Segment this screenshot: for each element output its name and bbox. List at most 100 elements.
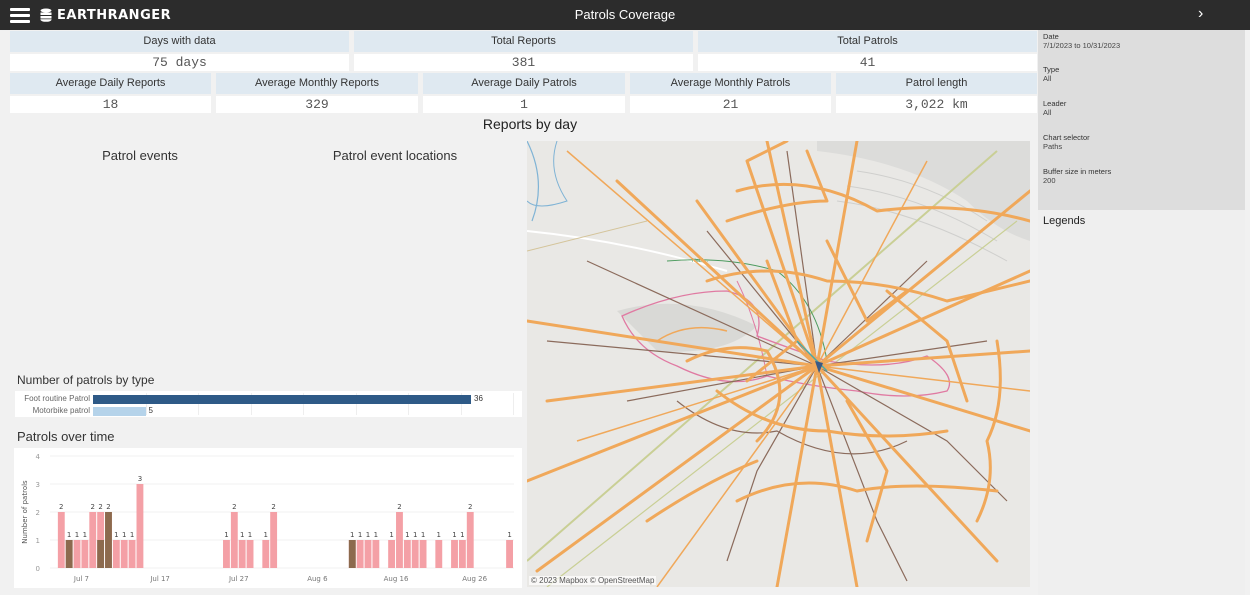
- filter-value: Paths: [1043, 142, 1063, 151]
- y-axis-title: Number of patrols: [21, 480, 29, 544]
- top-bar: EARTHRANGER Patrols Coverage ›: [0, 0, 1250, 30]
- patrol-bar-motorbike: [97, 540, 105, 568]
- kpi-average-daily-reports: Average Daily Reports 18: [10, 73, 211, 113]
- kpi-label: Days with data: [10, 31, 349, 52]
- patrols-by-type-title: Number of patrols by type: [17, 373, 155, 387]
- bar-value-label: 2: [468, 503, 472, 511]
- patrol-bar: [364, 540, 372, 568]
- bar-value-label: 1: [75, 531, 79, 539]
- filter-chart-selector[interactable]: Chart selector Paths: [1043, 133, 1090, 151]
- bar-value-label: 2: [397, 503, 401, 511]
- bar-value-label: 1: [366, 531, 370, 539]
- patrols-by-type-chart: Foot routine Patrol 36 Motorbike patrol 5: [15, 391, 522, 417]
- patrol-bar: [270, 512, 278, 568]
- patrol-bar: [128, 540, 136, 568]
- filter-value: All: [1043, 74, 1052, 83]
- kpi-value: 41: [698, 54, 1037, 71]
- filter-label: Leader: [1043, 99, 1067, 108]
- type-bar[interactable]: [93, 395, 471, 404]
- map-canvas[interactable]: Nabi...: [527, 141, 1030, 587]
- type-category-label: Motorbike patrol: [32, 406, 90, 415]
- patrol-bar: [112, 540, 120, 568]
- legends-panel: Legends: [1038, 210, 1245, 595]
- patrol-map[interactable]: Nabi... © 2023 Mapbox © OpenStreetMap: [527, 141, 1030, 587]
- patrol-bar: [435, 540, 443, 568]
- type-value-label: 5: [148, 406, 153, 415]
- y-tick-label: 4: [36, 453, 41, 461]
- patrols-over-time-svg: 01234Number of patrols 21 1 12 2 21 1 13121 1 121…: [21, 453, 514, 583]
- filter-value: 7/1/2023 to 10/31/2023: [1043, 41, 1121, 50]
- kpi-label: Average Daily Reports: [10, 73, 211, 94]
- patrol-bar: [396, 512, 403, 568]
- filter-panel: Date 7/1/2023 to 10/31/2023 Type All Lea…: [1038, 30, 1245, 210]
- bar-value-label: 1: [122, 531, 126, 539]
- kpi-value: 1: [423, 96, 625, 113]
- patrol-bar-motorbike: [105, 512, 112, 568]
- type-category-label: Foot routine Patrol: [24, 394, 90, 403]
- filter-buffer-size[interactable]: Buffer size in meters 200: [1043, 167, 1111, 185]
- bar-value-label: 2: [59, 503, 63, 511]
- patrol-bar: [262, 540, 270, 568]
- x-tick-label: Aug 26: [462, 575, 487, 583]
- kpi-value: 381: [354, 54, 693, 71]
- bar-value-label: 2: [98, 503, 102, 511]
- patrol-bar: [246, 540, 254, 568]
- kpi-label: Average Monthly Patrols: [630, 73, 831, 94]
- patrol-bar: [230, 512, 238, 568]
- filter-label: Chart selector: [1043, 133, 1090, 142]
- patrol-bar: [458, 540, 466, 568]
- bar-value-label: 2: [271, 503, 275, 511]
- bar-value-label: 1: [507, 531, 511, 539]
- bar-value-label: 1: [264, 531, 268, 539]
- patrol-bar: [81, 540, 89, 568]
- kpi-patrol-length: Patrol length 3,022 km: [836, 73, 1037, 113]
- patrol-bar: [223, 540, 230, 568]
- bar-value-label: 1: [452, 531, 456, 539]
- bar-value-label: 1: [374, 531, 378, 539]
- patrol-bar: [89, 512, 97, 568]
- patrol-bar: [403, 540, 411, 568]
- patrol-events-title: Patrol events: [102, 148, 178, 163]
- bar-value-label: 1: [389, 531, 393, 539]
- filter-leader[interactable]: Leader All: [1043, 99, 1066, 117]
- x-tick-label: Aug 16: [384, 575, 409, 583]
- patrol-bar: [238, 540, 246, 568]
- filter-value: 200: [1043, 176, 1056, 185]
- kpi-label: Average Monthly Reports: [216, 73, 418, 94]
- x-tick-label: Aug 6: [307, 575, 328, 583]
- bar-value-label: 1: [248, 531, 252, 539]
- filter-date[interactable]: Date 7/1/2023 to 10/31/2023: [1043, 32, 1120, 50]
- bar-value-label: 1: [421, 531, 425, 539]
- bar-value-label: 1: [114, 531, 118, 539]
- type-bar[interactable]: [93, 407, 146, 416]
- patrols-over-time-title: Patrols over time: [17, 429, 115, 444]
- x-tick-label: Jul 7: [73, 575, 89, 583]
- bar-value-label: 1: [358, 531, 362, 539]
- bar-value-label: 1: [350, 531, 354, 539]
- bar-value-label: 1: [413, 531, 417, 539]
- filter-label: Type: [1043, 65, 1060, 74]
- y-tick-label: 3: [36, 481, 40, 489]
- patrol-bar: [419, 540, 427, 568]
- patrol-bar: [356, 540, 364, 568]
- patrol-bar: [73, 540, 81, 568]
- kpi-average-daily-patrols: Average Daily Patrols 1: [423, 73, 625, 113]
- bar-value-label: 1: [83, 531, 87, 539]
- chevron-right-icon[interactable]: ›: [1198, 5, 1212, 25]
- patrol-event-locations-title: Patrol event locations: [332, 148, 458, 163]
- bar-value-label: 1: [67, 531, 71, 539]
- map-attribution: © 2023 Mapbox © OpenStreetMap: [529, 576, 657, 585]
- patrol-bar: [136, 484, 144, 568]
- kpi-value: 21: [630, 96, 831, 113]
- filter-type[interactable]: Type All: [1043, 65, 1059, 83]
- kpi-value: 18: [10, 96, 211, 113]
- bar-value-label: 2: [91, 503, 95, 511]
- bar-value-label: 1: [130, 531, 134, 539]
- kpi-average-monthly-patrols: Average Monthly Patrols 21: [630, 73, 831, 113]
- legends-title: Legends: [1043, 215, 1086, 227]
- kpi-days-with-data: Days with data 75 days: [10, 31, 349, 71]
- patrol-bar: [372, 540, 380, 568]
- filter-label: Date: [1043, 32, 1059, 41]
- patrol-bar: [466, 512, 474, 568]
- patrol-bar: [388, 540, 396, 568]
